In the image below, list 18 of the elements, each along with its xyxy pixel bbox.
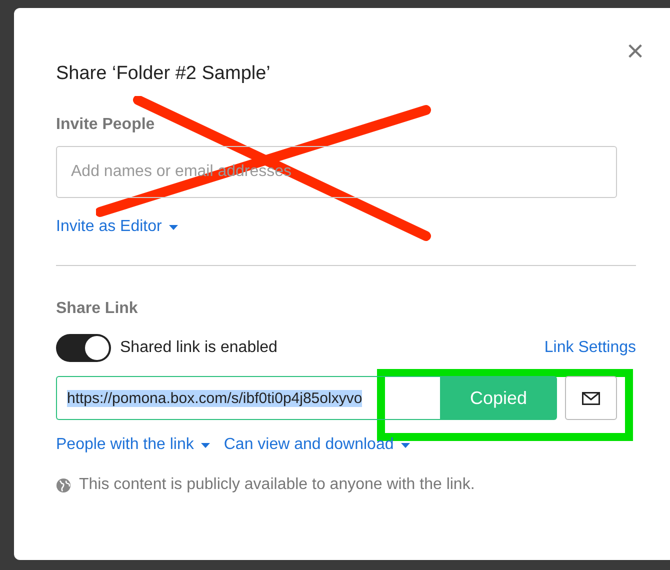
dialog-title: Share ‘Folder #2 Sample’ [56, 63, 270, 85]
close-button[interactable]: × [626, 37, 644, 67]
dropdown-link[interactable]: People with the link [56, 436, 210, 454]
dropdown-link[interactable]: Can view and download [224, 436, 410, 454]
caret-icon [168, 224, 178, 230]
caret-icon [200, 442, 210, 448]
toggle-label: Shared link is enabled [120, 339, 278, 357]
url-field[interactable]: https://pomona.box.com/s/ibf0ti0p4j85olxyvo [56, 376, 440, 420]
invite-role-link[interactable]: Invite as Editor [56, 218, 178, 236]
email-button[interactable] [565, 376, 617, 420]
envelope-icon [582, 392, 600, 404]
toggle-switch[interactable] [56, 334, 111, 362]
link-settings-link[interactable]: Link Settings [544, 339, 636, 357]
caret-icon [400, 442, 410, 448]
globe-icon [56, 478, 71, 492]
info-text: This content is publicly available to anyone with the link. [79, 476, 475, 494]
section-heading: Share Link [56, 300, 139, 318]
section-heading: Invite People [56, 116, 156, 134]
